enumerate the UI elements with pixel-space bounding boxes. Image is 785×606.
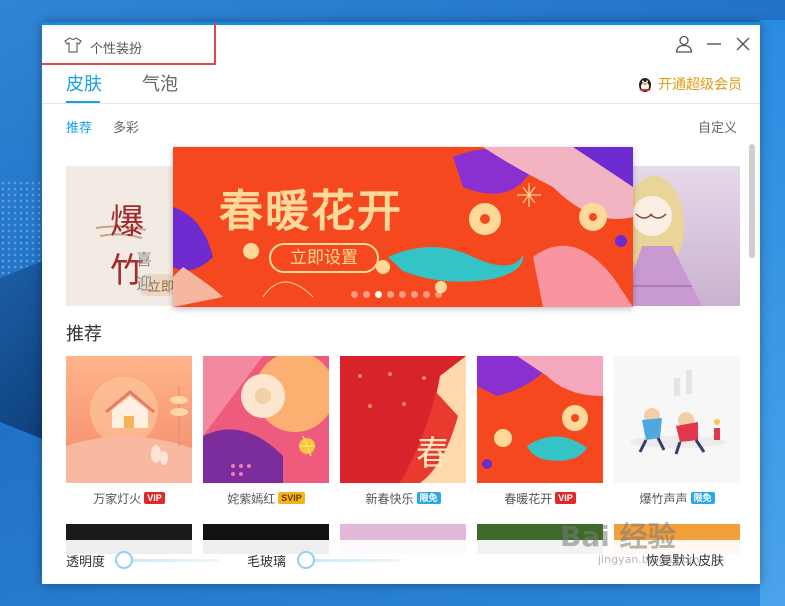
desktop-edge bbox=[760, 20, 785, 606]
skin-name: 新春快乐 bbox=[365, 491, 414, 506]
window-title: 个性装扮 bbox=[90, 41, 143, 56]
qq-penguin-icon bbox=[639, 78, 651, 92]
skin-card[interactable]: 万家灯火 VIP bbox=[66, 356, 192, 506]
colorful-flowers-art bbox=[203, 356, 329, 483]
skin-name: 姹紫嫣红 bbox=[227, 491, 276, 506]
custom-link[interactable]: 自定义 bbox=[698, 117, 737, 136]
house-lantern-art bbox=[66, 356, 192, 483]
carousel-dot[interactable] bbox=[387, 291, 394, 298]
watermark-sub: jingyan.baidu.com bbox=[598, 553, 700, 566]
banner-set-now-button[interactable]: 立即设置 bbox=[269, 243, 379, 273]
skin-thumb: 春 bbox=[340, 356, 466, 483]
user-icon[interactable] bbox=[673, 33, 695, 55]
carousel-dot[interactable] bbox=[399, 291, 406, 298]
skin-card[interactable]: 春 新春快乐 限免 bbox=[340, 356, 466, 506]
prev-preview-btn: 立即 bbox=[148, 279, 175, 294]
blur-slider[interactable] bbox=[306, 559, 401, 562]
section-title: 推荐 bbox=[66, 324, 102, 344]
blur-slider-handle[interactable] bbox=[297, 551, 315, 569]
banner-carousel: 爆竹 喜迎 立即 春暖花开 立即设置 bbox=[42, 144, 760, 309]
main-tabs: 皮肤 气泡 开通超级会员 bbox=[42, 68, 760, 104]
skin-name: 春暖花开 bbox=[504, 491, 553, 506]
active-tab-indicator bbox=[66, 101, 100, 103]
tab-bubble[interactable]: 气泡 bbox=[142, 70, 178, 96]
skin-thumb bbox=[477, 356, 603, 483]
skin-thumb bbox=[614, 356, 740, 483]
titlebar: 个性装扮 bbox=[42, 22, 760, 65]
banner-title: 春暖花开 bbox=[219, 186, 403, 237]
opacity-label: 透明度 bbox=[66, 554, 106, 569]
skin-name: 爆竹声声 bbox=[639, 491, 688, 506]
open-super-vip-link[interactable]: 开通超级会员 bbox=[636, 74, 742, 94]
opacity-slider-handle[interactable] bbox=[115, 551, 133, 569]
firecracker-art bbox=[614, 356, 740, 483]
carousel-dot[interactable] bbox=[375, 291, 382, 298]
carousel-dot[interactable] bbox=[423, 291, 430, 298]
sub-tabs: 推荐 多彩 自定义 bbox=[42, 117, 760, 137]
free-badge: 限免 bbox=[690, 492, 715, 504]
vip-link-label: 开通超级会员 bbox=[658, 76, 742, 92]
skin-card[interactable]: 爆竹声声 限免 bbox=[614, 356, 740, 506]
carousel-dot[interactable] bbox=[351, 291, 358, 298]
blur-label: 毛玻璃 bbox=[247, 554, 287, 569]
baidu-watermark: Bai 经验 jingyan.baidu.com bbox=[560, 515, 740, 575]
watermark-text: Bai 经验 bbox=[560, 520, 676, 553]
close-icon[interactable] bbox=[732, 33, 754, 55]
minimize-icon[interactable] bbox=[703, 33, 725, 55]
vip-badge: VIP bbox=[144, 492, 165, 504]
free-badge: 限免 bbox=[416, 492, 441, 504]
spring-bloom-art bbox=[477, 356, 603, 483]
doll-art bbox=[632, 176, 702, 306]
skin-thumb bbox=[203, 356, 329, 483]
carousel-dot[interactable] bbox=[411, 291, 418, 298]
carousel-dots bbox=[351, 291, 442, 298]
skin-card[interactable]: 春暖花开 VIP bbox=[477, 356, 603, 506]
skin-thumb bbox=[66, 356, 192, 483]
svip-badge: SVIP bbox=[278, 492, 305, 504]
skin-card[interactable]: 姹紫嫣红 SVIP bbox=[203, 356, 329, 506]
carousel-dot[interactable] bbox=[435, 291, 442, 298]
skin-name: 万家灯火 bbox=[93, 491, 142, 506]
opacity-slider[interactable] bbox=[124, 559, 219, 562]
subtab-recommend[interactable]: 推荐 bbox=[66, 117, 92, 136]
carousel-dot[interactable] bbox=[363, 291, 370, 298]
vip-badge: VIP bbox=[555, 492, 576, 504]
tshirt-icon bbox=[64, 37, 82, 53]
spring-char: 春 bbox=[416, 434, 450, 474]
carousel-prev-preview[interactable]: 爆竹 喜迎 立即 bbox=[66, 166, 176, 306]
main-banner[interactable]: 春暖花开 立即设置 bbox=[173, 147, 633, 307]
carousel-next-preview[interactable] bbox=[632, 166, 740, 306]
tab-skin[interactable]: 皮肤 bbox=[66, 70, 102, 96]
desktop-shape bbox=[0, 260, 45, 440]
subtab-colorful[interactable]: 多彩 bbox=[113, 117, 139, 136]
skin-window: 个性装扮 皮肤 气泡 开通超级会员 推荐 多彩 自定义 爆竹 喜迎 立即 春暖花… bbox=[42, 22, 760, 584]
